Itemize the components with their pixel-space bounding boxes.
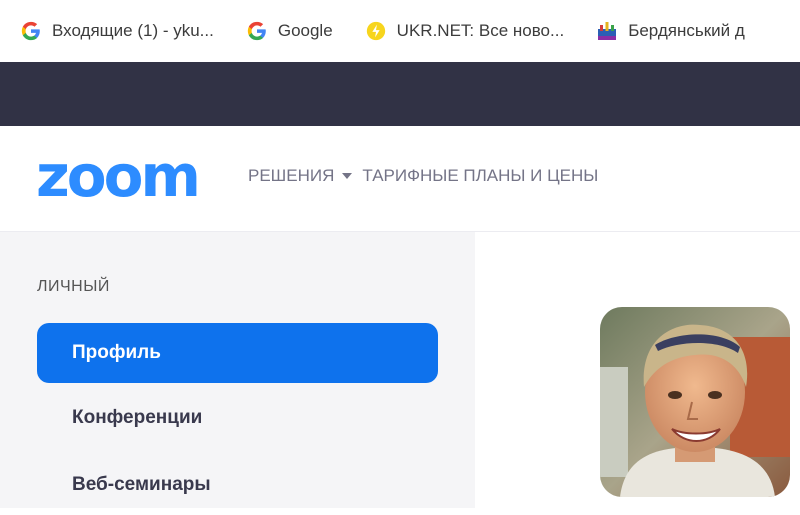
ukrnet-icon [363, 18, 389, 44]
bookmark-berdyansk[interactable]: Бердянський д [594, 18, 745, 44]
bookmark-google[interactable]: Google [244, 18, 333, 44]
bookmark-label: Входящие (1) - yku... [52, 21, 214, 40]
sidebar: ЛИЧНЫЙ Профиль Конференции Веб-семинары [0, 232, 475, 508]
google-g-icon [18, 18, 44, 44]
chevron-down-icon [342, 173, 353, 179]
bookmark-label: Google [277, 21, 333, 40]
sidebar-item-label: Веб-семинары [72, 474, 211, 495]
sidebar-item-webinars[interactable]: Веб-семинары [37, 455, 438, 515]
avatar-photo [600, 307, 790, 497]
nav-pricing[interactable]: ТАРИФНЫЕ ПЛАНЫ И ЦЕНЫ [362, 166, 598, 186]
sidebar-item-label: Профиль [72, 342, 161, 363]
zoom-logo[interactable]: zoom [36, 144, 201, 208]
city-crest-icon [594, 18, 620, 44]
bookmark-label: UKR.NET: Все ново... [396, 21, 565, 40]
bookmark-inbox[interactable]: Входящие (1) - yku... [18, 18, 214, 44]
nav-solutions-label: РЕШЕНИЯ [248, 166, 335, 185]
google-g-icon [244, 18, 270, 44]
browser-toolbar-band [0, 62, 800, 126]
sidebar-item-profile[interactable]: Профиль [37, 323, 438, 383]
bookmark-ukrnet[interactable]: UKR.NET: Все ново... [363, 18, 565, 44]
sidebar-item-label: Конференции [72, 407, 203, 428]
sidebar-section-title: ЛИЧНЫЙ [37, 278, 110, 295]
bookmark-label: Бердянський д [628, 21, 745, 40]
avatar[interactable] [600, 307, 790, 497]
nav-solutions[interactable]: РЕШЕНИЯ [248, 166, 362, 186]
main-nav: РЕШЕНИЯ ТАРИФНЫЕ ПЛАНЫ И ЦЕНЫ [248, 166, 598, 186]
site-header: zoom РЕШЕНИЯ ТАРИФНЫЕ ПЛАНЫ И ЦЕНЫ [0, 126, 800, 232]
sidebar-item-meetings[interactable]: Конференции [37, 388, 438, 448]
bookmarks-bar: Входящие (1) - yku... Google UKR.NET: Вс… [0, 0, 800, 62]
